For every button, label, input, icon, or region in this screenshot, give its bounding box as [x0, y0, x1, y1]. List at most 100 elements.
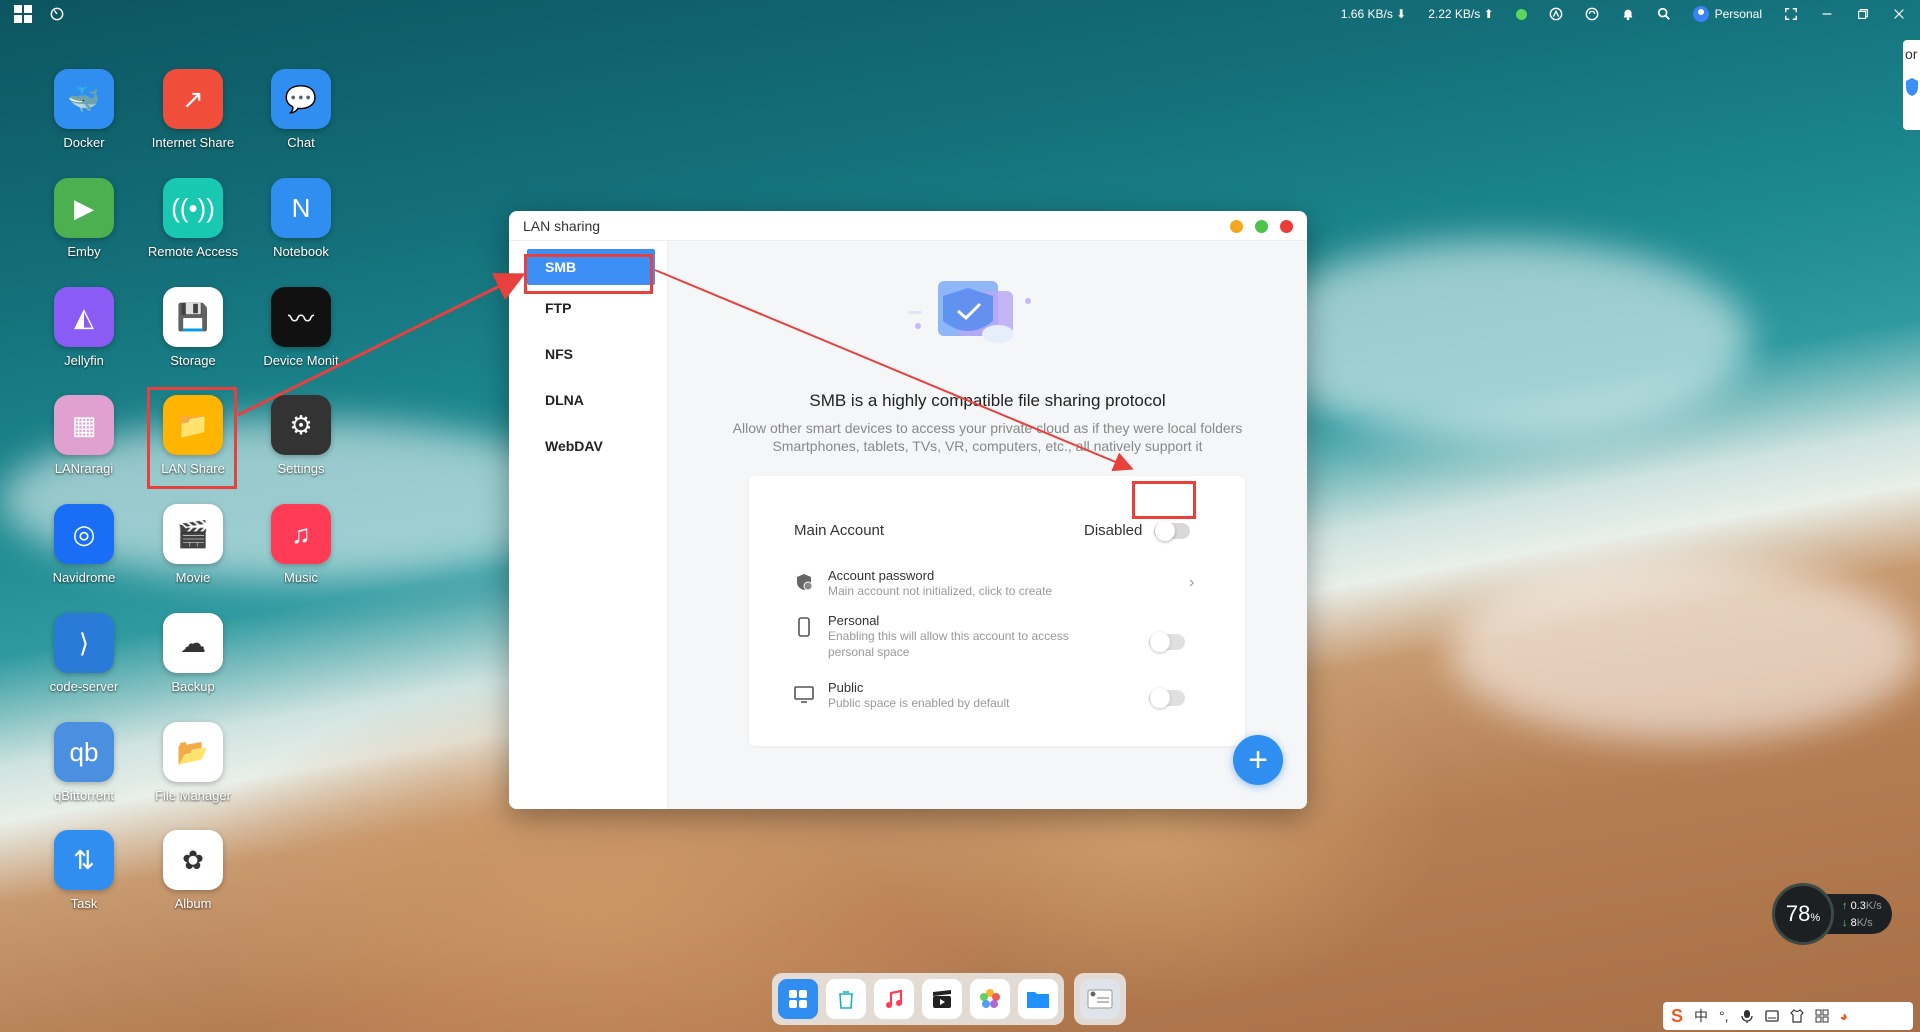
desktop-icon-label: Task — [70, 896, 98, 911]
window-titlebar[interactable]: LAN sharing — [509, 211, 1307, 241]
bell-icon[interactable] — [1621, 7, 1635, 21]
net-download-speed: 1.66 KB/s ⬇ — [1340, 7, 1407, 21]
performance-widget[interactable]: ↑ 0.3K/s ↓ 8K/s 78% — [1772, 883, 1892, 945]
app-icon: ⚙ — [271, 395, 331, 455]
status-dot-icon — [1515, 8, 1527, 20]
dock-app-music[interactable] — [874, 979, 914, 1019]
desktop-icon-label: LAN Share — [161, 461, 225, 476]
dashboard-icon[interactable] — [50, 7, 64, 21]
desktop-icon-music[interactable]: ♫ Music — [246, 504, 356, 585]
dock-app-movie[interactable] — [922, 979, 962, 1019]
keyboard-icon[interactable] — [1764, 1009, 1779, 1023]
desktop-icon-qbittorrent[interactable]: qb qBittorrent — [29, 722, 139, 803]
desktop-icon-label: Notebook — [273, 244, 329, 259]
top-bar: 1.66 KB/s ⬇ 2.22 KB/s ⬆ Personal — [0, 0, 1920, 28]
desktop-icon-movie[interactable]: 🎬 Movie — [138, 504, 248, 585]
account-settings-card: Main Account Disabled Account password M… — [749, 476, 1245, 746]
sogou-logo-icon[interactable]: S — [1671, 1006, 1683, 1027]
user-name: Personal — [1714, 7, 1762, 21]
personal-desc-line-1: Enabling this will allow this account to… — [828, 629, 1069, 643]
mascot-icon[interactable]: ◕ — [1840, 1008, 1848, 1024]
monitor-icon — [794, 686, 814, 703]
app-icon: ◎ — [54, 504, 114, 564]
desktop-icon-task[interactable]: ⇅ Task — [29, 830, 139, 911]
app-icon: 📁 — [163, 395, 223, 455]
dock-app-album[interactable] — [970, 979, 1010, 1019]
sync-icon[interactable] — [1585, 7, 1599, 21]
desktop-icon-navidrome[interactable]: ◎ Navidrome — [29, 504, 139, 585]
app-icon: ☁ — [163, 613, 223, 673]
desktop-icon-chat[interactable]: 💬 Chat — [246, 69, 356, 150]
desktop-icon-storage[interactable]: 💾 Storage — [138, 287, 248, 368]
desktop-icon-code-server[interactable]: ⟩ code-server — [29, 613, 139, 694]
user-menu[interactable]: Personal — [1692, 6, 1762, 22]
app-icon: ⟩ — [54, 613, 114, 673]
upload-value: 0.3 — [1850, 900, 1866, 912]
edge-widget[interactable]: or — [1903, 40, 1920, 130]
desktop-icon-lan-share[interactable]: 📁 LAN Share — [138, 395, 248, 476]
desktop-icon-notebook[interactable]: N Notebook — [246, 178, 356, 259]
main-account-status: Disabled — [1084, 522, 1143, 539]
desktop-icon-label: Storage — [170, 353, 216, 368]
app-icon: ◭ — [54, 287, 114, 347]
personal-title: Personal — [828, 613, 880, 628]
main-account-toggle[interactable] — [1154, 521, 1190, 541]
desktop-icon-label: qBittorrent — [54, 788, 114, 803]
shield-lock-icon — [797, 574, 813, 591]
desktop-icon-backup[interactable]: ☁ Backup — [138, 613, 248, 694]
app-icon: ▶ — [54, 178, 114, 238]
app-icon: ⇅ — [54, 830, 114, 890]
window-thumbnail-icon — [1087, 989, 1113, 1009]
desktop-icon-label: LANraragi — [54, 461, 114, 476]
search-icon[interactable] — [1657, 7, 1671, 21]
desktop-icon-remote-access[interactable]: ((•)) Remote Access — [138, 178, 248, 259]
app-icon: ↗ — [163, 69, 223, 129]
close-button[interactable] — [1280, 220, 1293, 233]
tab-ftp[interactable]: FTP — [509, 285, 667, 331]
skin-shirt-icon[interactable] — [1789, 1009, 1804, 1023]
restore-icon[interactable] — [1856, 7, 1870, 21]
dock-app-launcher[interactable] — [778, 979, 818, 1019]
desktop-icon-lanraragi[interactable]: ▦ LANraragi — [29, 395, 139, 476]
microphone-icon[interactable] — [1740, 1009, 1754, 1023]
toolbox-grid-icon[interactable] — [1815, 1009, 1829, 1023]
tab-smb[interactable]: SMB — [527, 249, 655, 285]
network-icon[interactable] — [1549, 7, 1563, 21]
minimize-icon[interactable] — [1820, 7, 1834, 21]
desktop-icon-album[interactable]: ✿ Album — [138, 830, 248, 911]
dock-app-lan-sharing[interactable] — [1080, 979, 1120, 1019]
account-password-desc: Main account not initialized, click to c… — [828, 584, 1053, 598]
desktop-icon-settings[interactable]: ⚙ Settings — [246, 395, 356, 476]
public-toggle[interactable] — [1149, 688, 1185, 708]
minimize-button[interactable] — [1230, 220, 1243, 233]
tab-webdav[interactable]: WebDAV — [509, 423, 667, 469]
fullscreen-icon[interactable] — [1784, 7, 1798, 21]
account-password-row[interactable]: Account password Main account not initia… — [794, 568, 1052, 599]
personal-row: Personal Enabling this will allow this a… — [794, 613, 1069, 660]
tab-dlna[interactable]: DLNA — [509, 377, 667, 423]
desktop-icon-docker[interactable]: 🐳 Docker — [29, 69, 139, 150]
desktop-icon-emby[interactable]: ▶ Emby — [29, 178, 139, 259]
chevron-right-icon[interactable]: › — [1189, 574, 1194, 592]
window-title: LAN sharing — [523, 217, 601, 234]
start-menu-icon[interactable] — [14, 5, 32, 23]
desktop-icon-jellyfin[interactable]: ◭ Jellyfin — [29, 287, 139, 368]
desktop-icon-internet-share[interactable]: ↗ Internet Share — [138, 69, 248, 150]
desktop-icon-label: Album — [174, 896, 212, 911]
dock-app-recycle[interactable] — [826, 979, 866, 1019]
desktop-icon-label: Internet Share — [151, 135, 235, 150]
desktop-icon-device-monit[interactable]: 〰 Device Monit — [246, 287, 356, 368]
maximize-button[interactable] — [1255, 220, 1268, 233]
personal-toggle[interactable] — [1149, 632, 1185, 652]
app-icon: N — [271, 178, 331, 238]
add-button[interactable]: + — [1233, 735, 1283, 785]
tab-nfs[interactable]: NFS — [509, 331, 667, 377]
public-row: Public Public space is enabled by defaul… — [794, 680, 1009, 711]
ime-language[interactable]: 中 — [1694, 1006, 1708, 1026]
close-icon[interactable] — [1892, 7, 1906, 21]
upload-unit: K/s — [1865, 900, 1882, 912]
punctuation-icon[interactable]: °, — [1719, 1008, 1729, 1024]
desktop-icon-file-manager[interactable]: 📂 File Manager — [138, 722, 248, 803]
dock-app-file-manager[interactable] — [1018, 979, 1058, 1019]
photos-flower-icon — [980, 989, 1000, 1008]
